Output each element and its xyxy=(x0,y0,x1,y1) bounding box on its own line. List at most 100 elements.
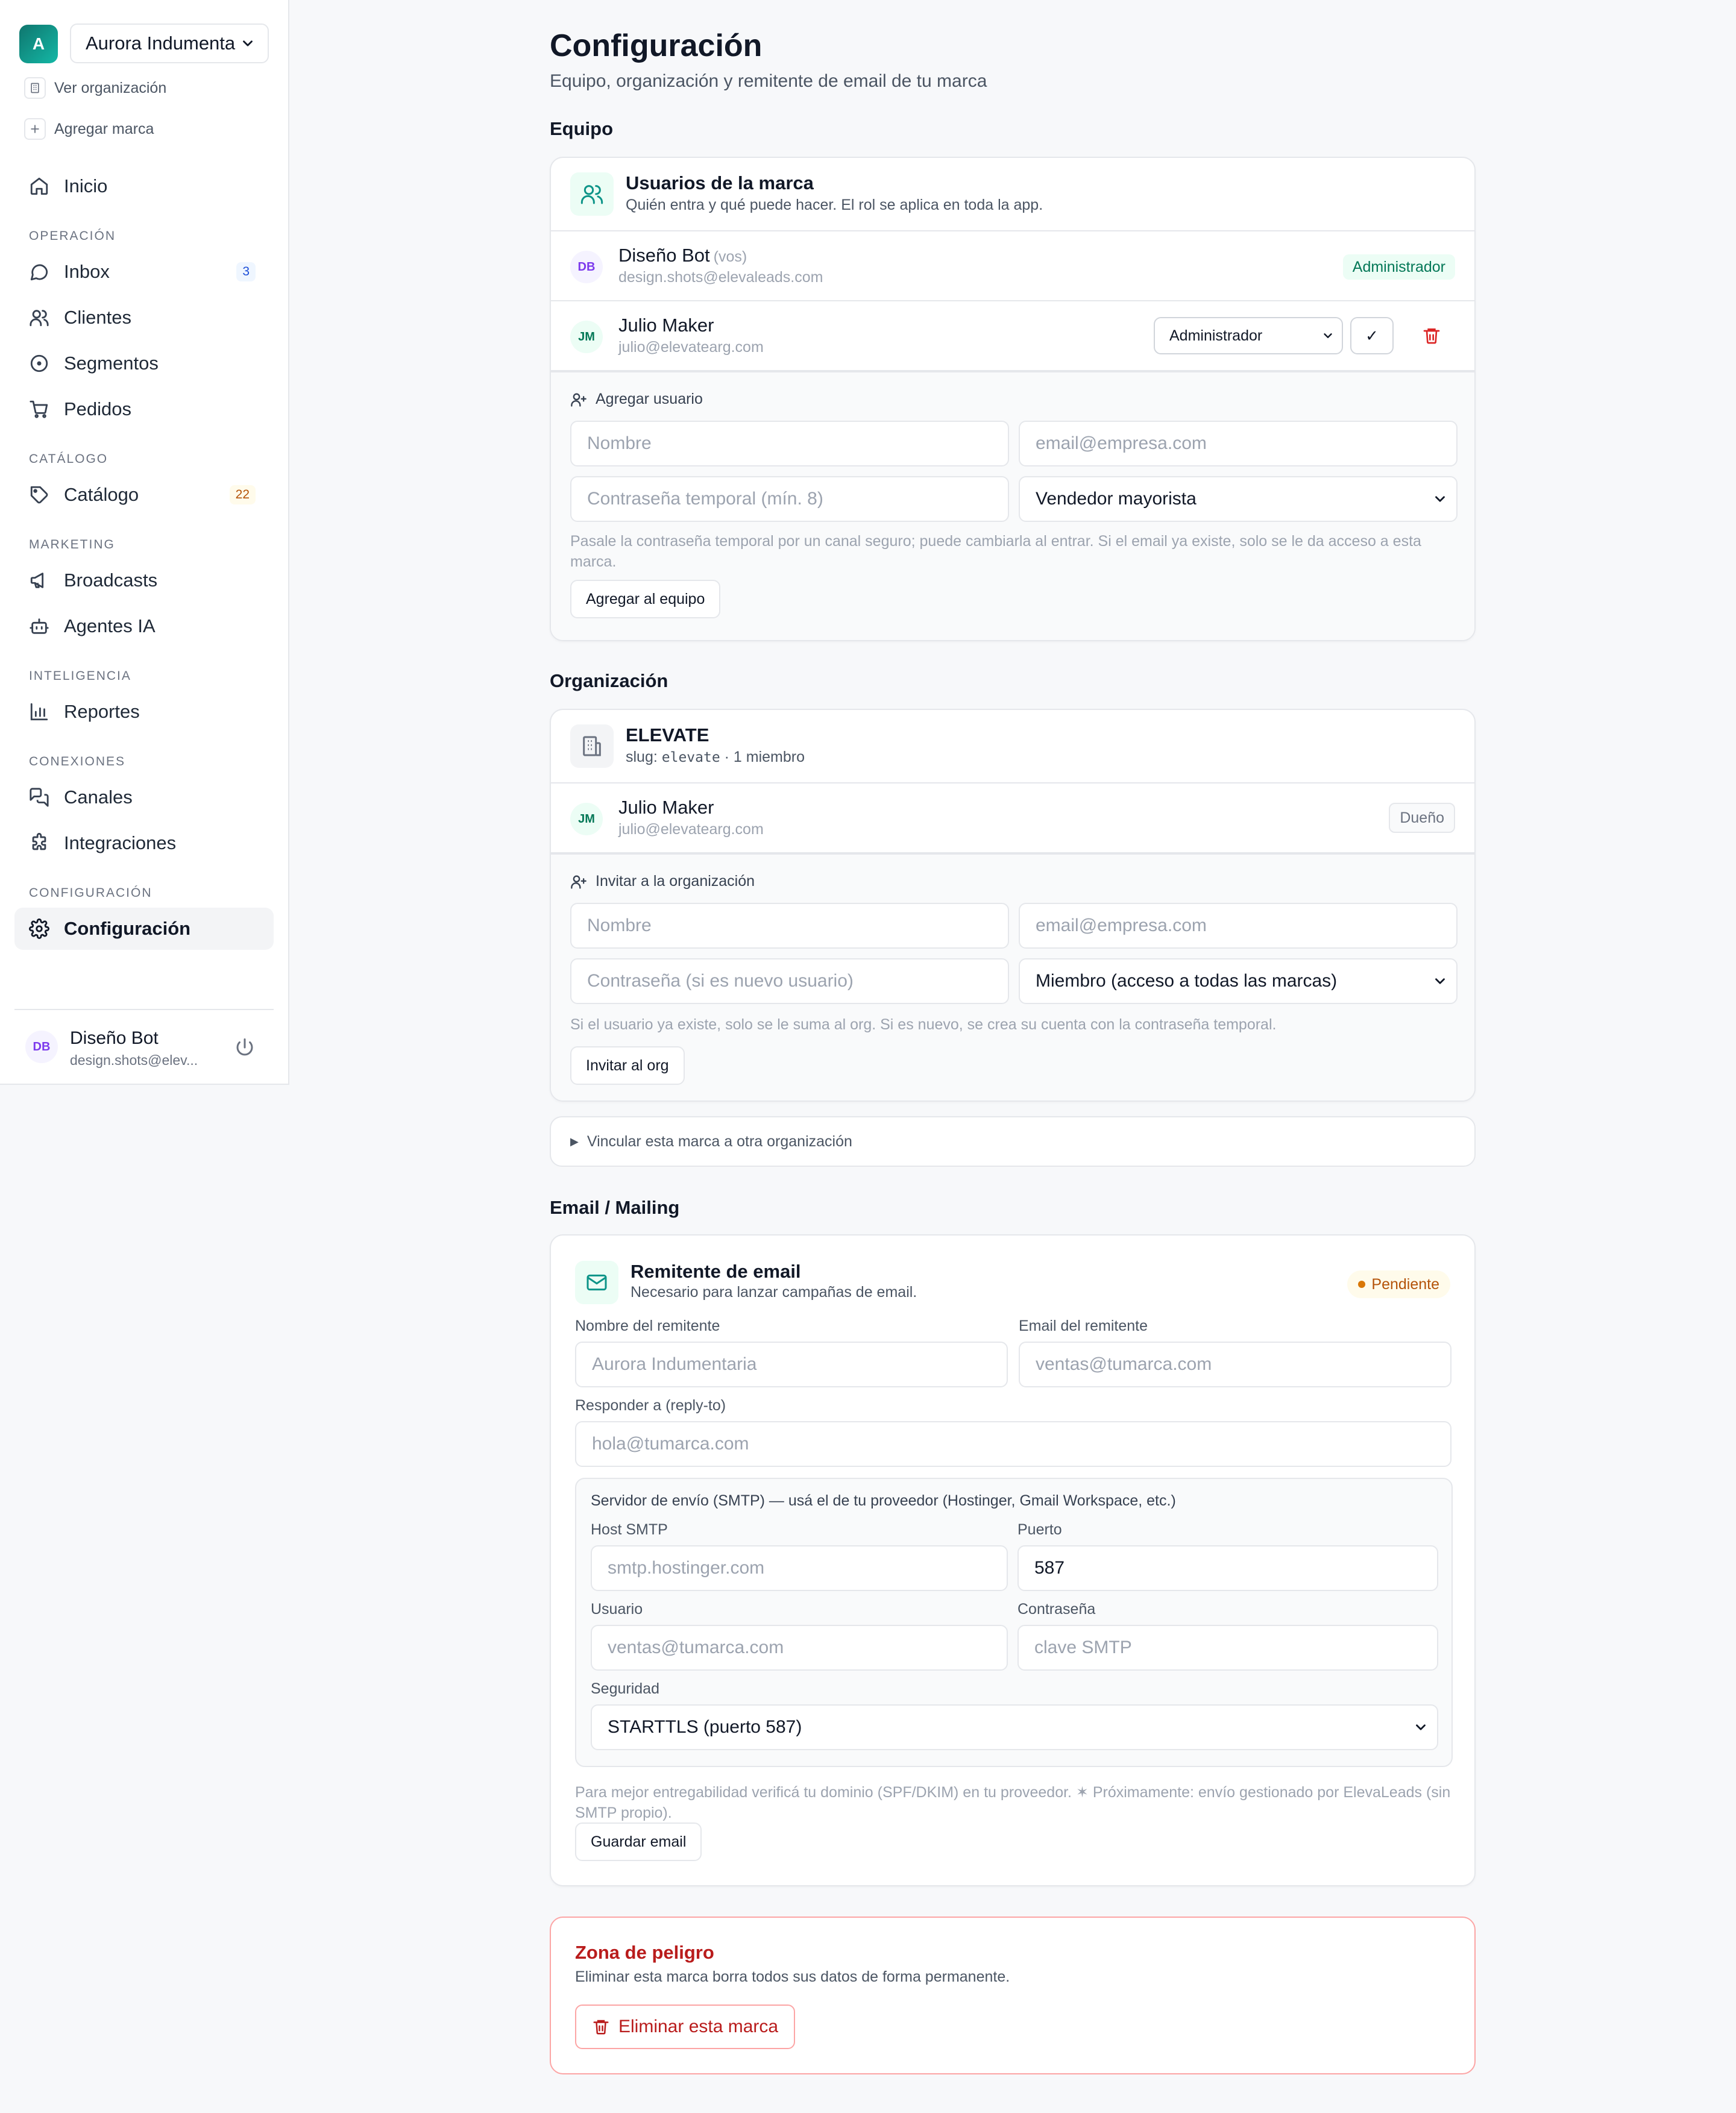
smtp-security-label: Seguridad xyxy=(591,1680,659,1697)
temp-password-input[interactable]: Contraseña temporal (mín. 8) xyxy=(570,476,1009,522)
smtp-user-input[interactable]: ventas@tumarca.com xyxy=(591,1625,1008,1671)
trash-icon xyxy=(593,2020,609,2035)
role-select-value: Vendedor mayorista xyxy=(1036,489,1197,509)
org-meta: slug: elevate · 1 miembro xyxy=(626,749,805,765)
sidebar-item-broadcasts[interactable]: Broadcasts xyxy=(14,559,274,601)
smtp-title: Servidor de envío (SMTP) — usá el de tu … xyxy=(591,1492,1176,1509)
chat-bubble-icon xyxy=(30,264,48,281)
invite-org-button[interactable]: Invitar al org xyxy=(570,1046,685,1085)
avatar: DB xyxy=(570,251,603,283)
trash-icon[interactable] xyxy=(1417,321,1447,351)
email-input[interactable]: email@empresa.com xyxy=(1019,421,1458,466)
power-icon[interactable] xyxy=(234,1037,256,1058)
owner-badge: Dueño xyxy=(1389,803,1455,833)
smtp-password-input[interactable]: clave SMTP xyxy=(1017,1625,1438,1671)
gear-icon xyxy=(29,918,49,939)
smtp-security-select[interactable]: STARTTLS (puerto 587) xyxy=(591,1704,1438,1750)
nav-section-catalogo: CATÁLOGO xyxy=(29,452,108,466)
nav-section-marketing: MARKETING xyxy=(29,538,115,551)
user-plus-icon xyxy=(571,393,587,407)
delete-brand-button[interactable]: Eliminar esta marca xyxy=(575,2005,796,2049)
smtp-security-value: STARTTLS (puerto 587) xyxy=(608,1717,802,1737)
smtp-port-input[interactable]: 587 xyxy=(1017,1545,1438,1591)
view-org-label: Ver organización xyxy=(54,79,167,96)
sidebar-item-label: Configuración xyxy=(64,918,191,939)
name-input[interactable]: Nombre xyxy=(570,421,1009,466)
sidebar-item-inicio[interactable]: Inicio xyxy=(14,165,274,207)
save-email-button[interactable]: Guardar email xyxy=(575,1823,702,1861)
status-dot xyxy=(1358,1281,1366,1288)
danger-subtitle: Eliminar esta marca borra todos sus dato… xyxy=(575,1968,1010,1985)
email-input[interactable]: email@empresa.com xyxy=(1019,903,1458,949)
org-role-select-value: Miembro (acceso a todas las marcas) xyxy=(1036,971,1338,991)
email-card-title: Remitente de email xyxy=(631,1261,801,1282)
section-title-organizacion: Organización xyxy=(550,670,668,691)
smtp-password-label: Contraseña xyxy=(1017,1601,1096,1618)
save-role-button[interactable]: ✓ xyxy=(1350,317,1394,354)
chevron-down-icon xyxy=(1435,496,1445,502)
sidebar-item-pedidos[interactable]: Pedidos xyxy=(14,388,274,430)
danger-title: Zona de peligro xyxy=(575,1942,714,1963)
sidebar-item-label: Integraciones xyxy=(64,832,177,853)
link-org-toggle[interactable]: ▶ Vincular esta marca a otra organizació… xyxy=(550,1116,1476,1167)
avatar: JM xyxy=(570,803,603,835)
tag-icon xyxy=(30,486,48,504)
sidebar-item-label: Agentes IA xyxy=(64,615,156,636)
table-row: DB Diseño Bot (vos) design.shots@elevalea… xyxy=(551,231,1474,301)
inbox-count-badge: 3 xyxy=(236,262,256,281)
sidebar-item-clientes[interactable]: Clientes xyxy=(14,297,274,339)
brand-switcher[interactable]: Aurora Indumentaria xyxy=(70,24,269,63)
users-icon xyxy=(30,310,49,327)
sidebar-item-catalogo[interactable]: Catálogo 22 xyxy=(14,474,274,516)
email-card: Remitente de email Necesario para lanzar… xyxy=(550,1234,1476,1886)
chevron-down-icon xyxy=(1435,978,1445,984)
password-input[interactable]: Contraseña (si es nuevo usuario) xyxy=(570,958,1009,1004)
role-select[interactable]: Vendedor mayorista xyxy=(1019,476,1458,522)
sidebar-item-label: Broadcasts xyxy=(64,570,158,591)
smtp-host-label: Host SMTP xyxy=(591,1521,668,1538)
avatar: JM xyxy=(570,321,603,353)
target-icon xyxy=(30,354,48,372)
view-org-link[interactable]: Ver organización xyxy=(24,77,166,99)
bar-chart-icon xyxy=(30,703,48,721)
invite-help: Si el usuario ya existe, solo se le suma… xyxy=(570,1016,1277,1033)
caret-right-icon: ▶ xyxy=(570,1135,579,1148)
sidebar-item-canales[interactable]: Canales xyxy=(14,776,274,818)
sidebar-item-segmentos[interactable]: Segmentos xyxy=(14,342,274,385)
brand-switcher-value: Aurora Indumentaria xyxy=(86,33,236,54)
org-role-select[interactable]: Miembro (acceso a todas las marcas) xyxy=(1019,958,1458,1004)
sidebar-item-configuracion[interactable]: Configuración xyxy=(14,908,274,950)
sidebar-item-agentes[interactable]: Agentes IA xyxy=(14,605,274,647)
member-email: julio@elevatearg.com xyxy=(618,339,764,356)
building-icon xyxy=(570,724,614,768)
team-card-subtitle: Quién entra y qué puede hacer. El rol se… xyxy=(626,196,1043,213)
sender-name-label: Nombre del remitente xyxy=(575,1317,720,1334)
avatar: DB xyxy=(25,1031,58,1063)
sender-email-input[interactable]: ventas@tumarca.com xyxy=(1019,1342,1451,1387)
add-brand-label: Agregar marca xyxy=(54,120,154,137)
user-plus-icon xyxy=(571,875,587,889)
email-card-subtitle: Necesario para lanzar campañas de email. xyxy=(631,1284,917,1301)
smtp-settings: Servidor de envío (SMTP) — usá el de tu … xyxy=(575,1478,1453,1767)
sidebar-item-integraciones[interactable]: Integraciones xyxy=(14,822,274,864)
danger-zone: Zona de peligro Eliminar esta marca borr… xyxy=(550,1917,1476,2074)
smtp-host-input[interactable]: smtp.hostinger.com xyxy=(591,1545,1008,1591)
user-name: Diseño Bot xyxy=(70,1028,159,1048)
nav-section-conexiones: CONEXIONES xyxy=(29,755,126,768)
org-card-header: ELEVATE slug: elevate · 1 miembro xyxy=(551,710,1474,783)
megaphone-icon xyxy=(30,573,44,588)
email-help: Para mejor entregabilidad verificá tu do… xyxy=(575,1784,1451,1821)
sidebar-item-inbox[interactable]: Inbox 3 xyxy=(14,251,274,293)
role-select[interactable]: Administrador xyxy=(1154,317,1343,354)
reply-to-input[interactable]: hola@tumarca.com xyxy=(575,1421,1451,1467)
member-name: Diseño Bot (vos) xyxy=(618,245,747,266)
role-select-value: Administrador xyxy=(1169,327,1263,344)
member-email: design.shots@elevaleads.com xyxy=(618,269,823,286)
org-name: ELEVATE xyxy=(626,724,709,746)
sender-name-input[interactable]: Aurora Indumentaria xyxy=(575,1342,1008,1387)
org-card: ELEVATE slug: elevate · 1 miembro JM Jul… xyxy=(550,709,1476,1102)
add-brand-link[interactable]: Agregar marca xyxy=(24,118,154,140)
add-to-team-button[interactable]: Agregar al equipo xyxy=(570,580,721,618)
sidebar-item-reportes[interactable]: Reportes xyxy=(14,691,274,733)
name-input[interactable]: Nombre xyxy=(570,903,1009,949)
